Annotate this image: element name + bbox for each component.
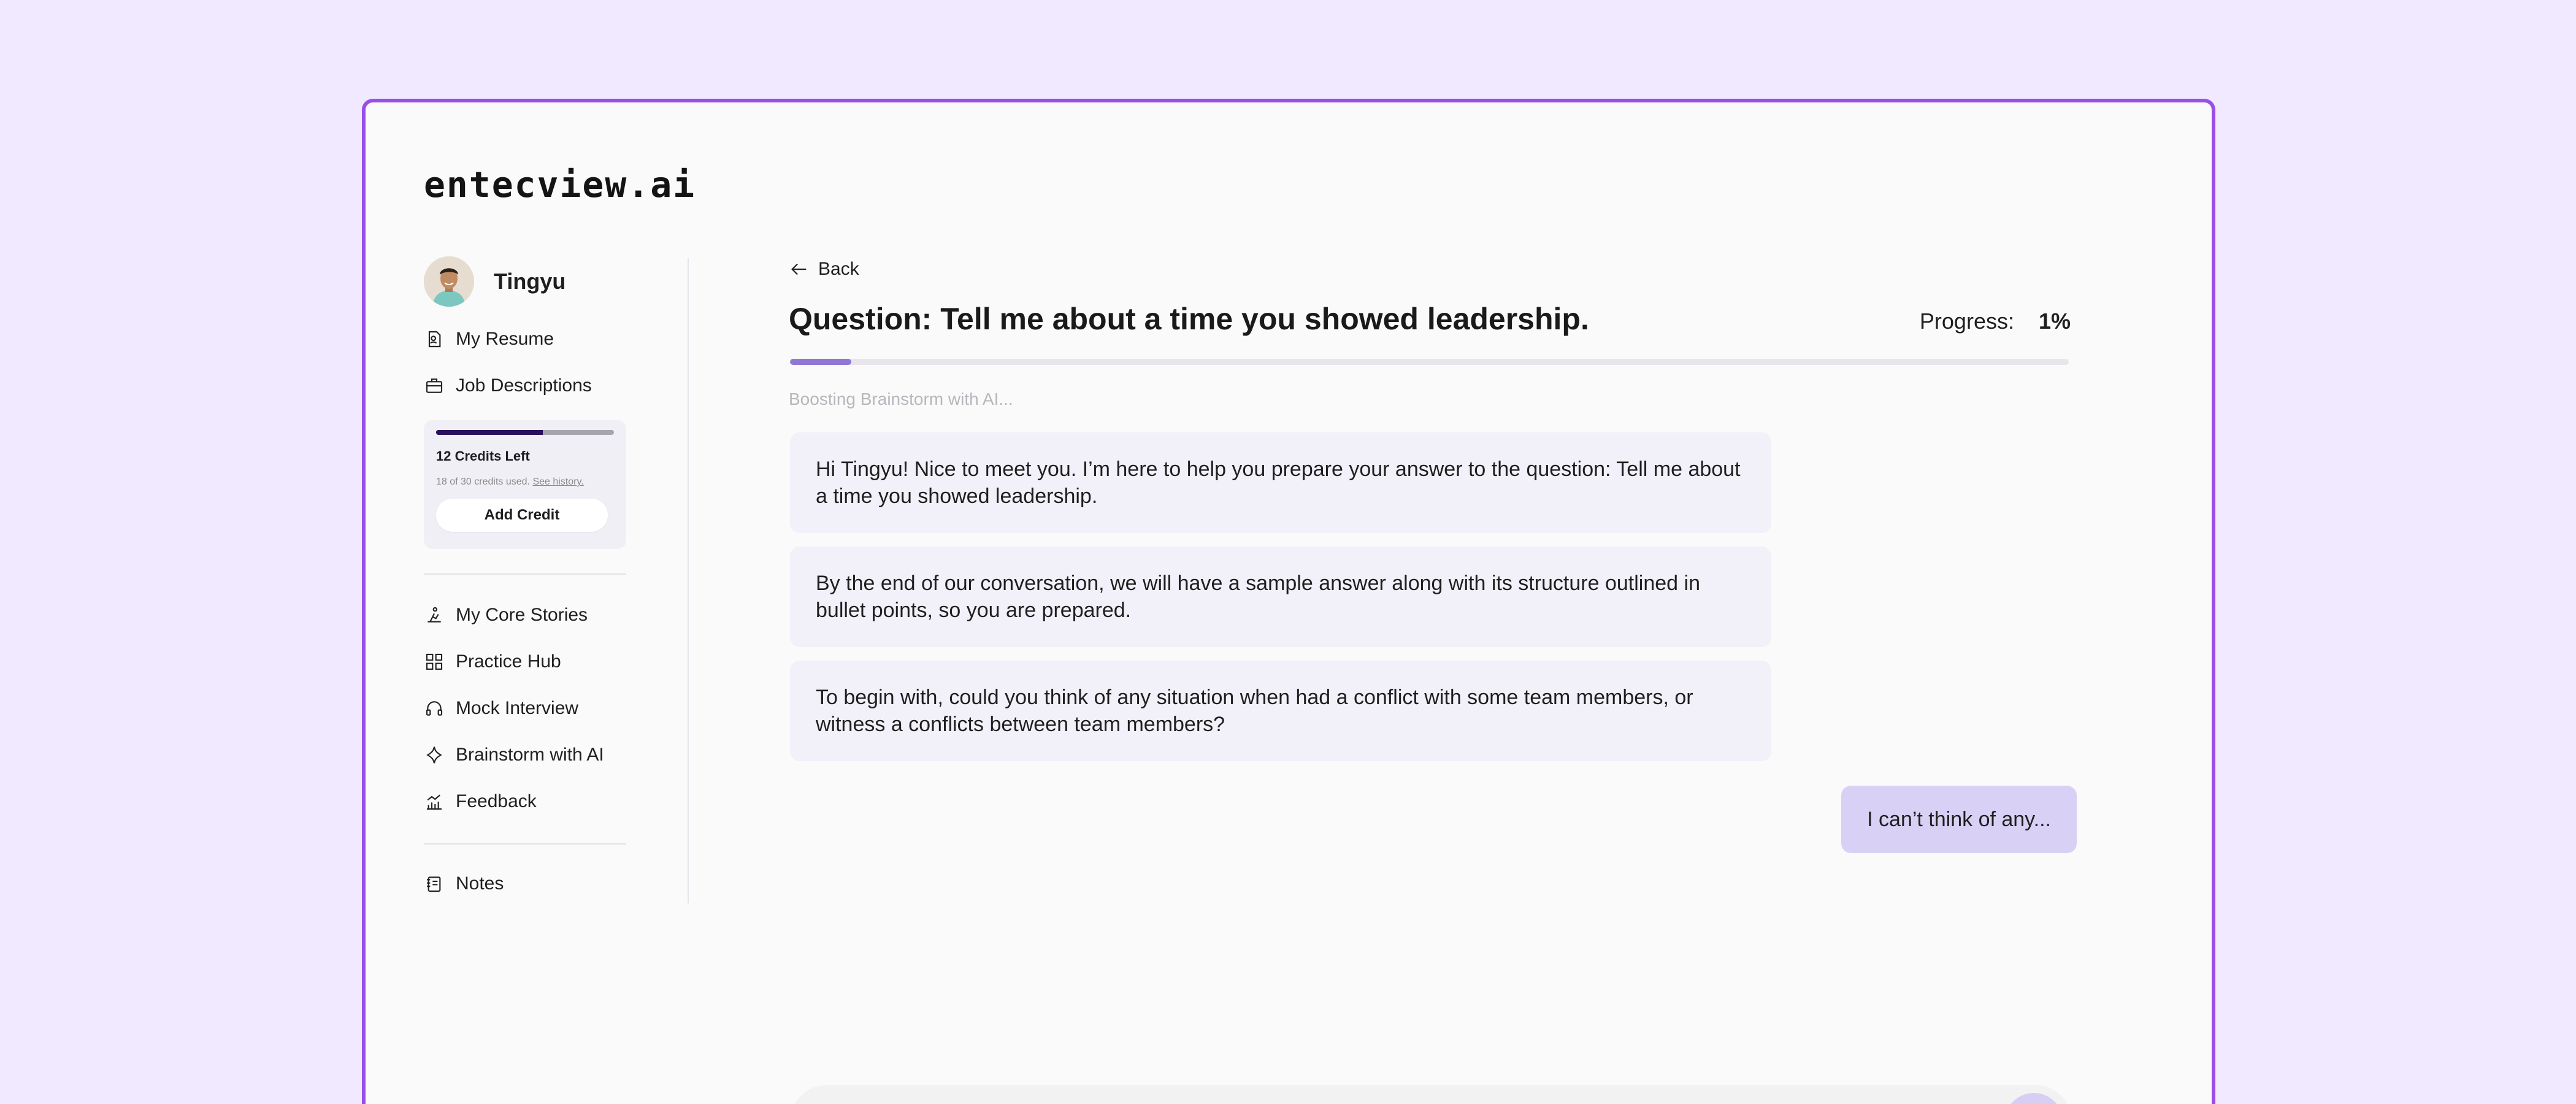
stories-icon (424, 605, 445, 626)
user-message-row: I can’t think of any... (789, 786, 2077, 853)
sparkle-icon (424, 745, 445, 765)
assistant-message: By the end of our conversation, we will … (790, 546, 1771, 647)
message-composer (790, 1085, 2072, 1104)
sidebar-divider (424, 843, 626, 845)
send-button[interactable] (2004, 1093, 2063, 1104)
chart-icon (424, 791, 445, 812)
progress-value: 1% (2038, 309, 2071, 334)
add-credit-button[interactable]: Add Credit (436, 499, 608, 532)
sidebar-item-practice-hub[interactable]: Practice Hub (424, 638, 626, 685)
sidebar-item-label: Feedback (456, 791, 537, 811)
sidebar-item-my-core-stories[interactable]: My Core Stories (424, 592, 626, 638)
user-message: I can’t think of any... (1841, 786, 2077, 853)
main-content: Back Question: Tell me about a time you … (789, 256, 2077, 853)
notes-icon (424, 873, 445, 894)
app-window: entecview.ai Tingyu My Resume Job Descri… (362, 99, 2215, 1104)
progress-indicator: Progress: 1% (1920, 309, 2071, 334)
sidebar-item-label: My Resume (456, 329, 554, 349)
progress-label: Progress: (1919, 309, 2014, 334)
back-label: Back (818, 259, 859, 279)
user-profile[interactable]: Tingyu (424, 256, 626, 307)
credits-title: 12 Credits Left (436, 448, 530, 464)
sidebar-item-job-descriptions[interactable]: Job Descriptions (424, 362, 626, 409)
status-text: Boosting Brainstorm with AI... (789, 389, 1013, 408)
credits-usage-text: 18 of 30 credits used. (436, 477, 530, 487)
headphones-icon (424, 698, 445, 719)
credits-card: 12 Credits Left 18 of 30 credits used. S… (424, 420, 626, 549)
sidebar: Tingyu My Resume Job Descriptions 12 Cre… (424, 256, 626, 907)
progress-bar-fill (790, 359, 852, 365)
sidebar-item-mock-interview[interactable]: Mock Interview (424, 685, 626, 732)
grid-icon (424, 651, 445, 672)
see-history-link[interactable]: See history. (532, 477, 583, 487)
credits-progress-bar (436, 430, 614, 435)
sidebar-item-label: My Core Stories (456, 605, 588, 625)
user-name: Tingyu (494, 269, 566, 294)
sidebar-item-label: Practice Hub (456, 651, 561, 672)
sidebar-item-label: Mock Interview (456, 698, 579, 718)
app-logo: entecview.ai (424, 164, 696, 205)
sidebar-item-my-resume[interactable]: My Resume (424, 316, 626, 362)
sidebar-item-notes[interactable]: Notes (424, 861, 626, 907)
sidebar-item-label: Brainstorm with AI (456, 745, 604, 765)
sidebar-divider (424, 573, 626, 575)
credits-progress-fill (436, 430, 543, 435)
avatar (424, 256, 474, 307)
question-header: Question: Tell me about a time you showe… (789, 301, 2071, 350)
arrow-left-icon (791, 263, 807, 275)
sidebar-item-label: Job Descriptions (456, 375, 592, 396)
back-button[interactable]: Back (789, 256, 875, 283)
assistant-message: Hi Tingyu! Nice to meet you. I’m here to… (790, 432, 1771, 533)
sidebar-separator (688, 258, 689, 903)
resume-icon (424, 329, 445, 350)
sidebar-item-label: Notes (456, 873, 504, 894)
sidebar-item-feedback[interactable]: Feedback (424, 778, 626, 825)
question-title: Question: Tell me about a time you showe… (789, 302, 1589, 336)
briefcase-icon (424, 375, 445, 396)
assistant-message: To begin with, could you think of any si… (790, 661, 1771, 761)
sidebar-item-brainstorm-with-ai[interactable]: Brainstorm with AI (424, 732, 626, 778)
credits-usage: 18 of 30 credits used. See history. (436, 477, 614, 488)
progress-bar (790, 359, 2069, 365)
